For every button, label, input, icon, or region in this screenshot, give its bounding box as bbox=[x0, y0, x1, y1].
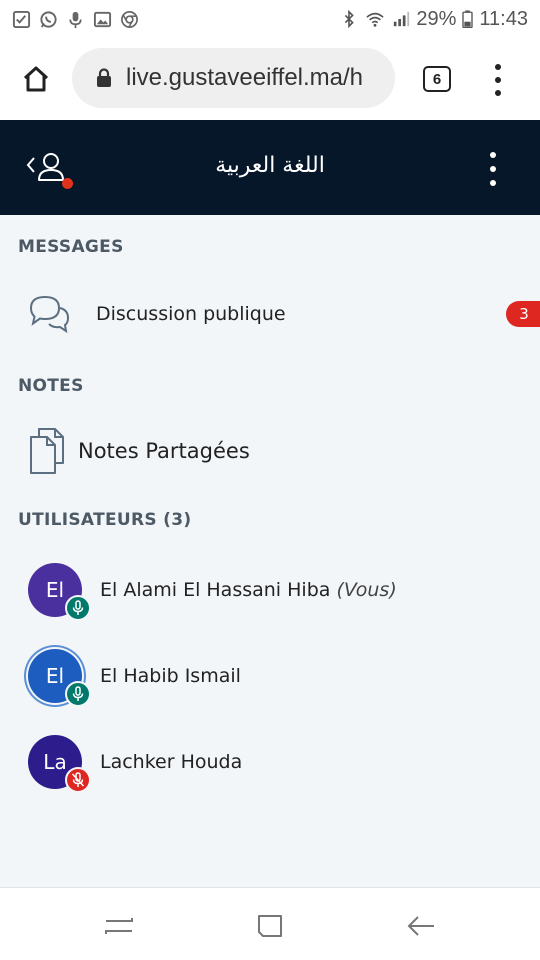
clock: 11:43 bbox=[479, 7, 528, 30]
mic-icon bbox=[69, 11, 82, 28]
whatsapp-icon bbox=[40, 10, 57, 28]
notes-section-title: NOTES bbox=[18, 376, 84, 396]
menu-dot bbox=[490, 166, 496, 172]
browser-menu-button[interactable] bbox=[484, 60, 512, 100]
user-list-item[interactable]: El El Habib Ismail bbox=[0, 645, 540, 711]
battery-icon bbox=[462, 10, 474, 28]
tab-switcher-button[interactable]: 6 bbox=[423, 66, 451, 92]
system-navigation-bar bbox=[0, 889, 540, 960]
avatar-initials: El bbox=[45, 664, 65, 688]
bluetooth-icon bbox=[345, 10, 355, 28]
user-list-item[interactable]: La Lachker Houda bbox=[0, 731, 540, 797]
back-arrow-icon bbox=[407, 916, 434, 936]
battery-percentage: 29% bbox=[416, 7, 457, 30]
avatar: El bbox=[28, 649, 91, 707]
shared-notes-item[interactable]: Notes Partagées bbox=[0, 423, 540, 479]
user-list-item[interactable]: El El Alami El Hassani Hiba (Vous) bbox=[0, 559, 540, 625]
user-name: El Habib Ismail bbox=[100, 665, 241, 687]
mic-muted-icon bbox=[71, 772, 85, 787]
user-name: El Alami El Hassani Hiba (Vous) bbox=[100, 579, 397, 601]
signal-icon bbox=[394, 11, 410, 27]
chrome-sync-icon bbox=[121, 10, 138, 28]
avatar: El bbox=[28, 563, 91, 621]
checkbox-icon bbox=[12, 10, 31, 28]
messages-section-title: MESSAGES bbox=[18, 237, 124, 257]
home-square-icon bbox=[258, 915, 282, 937]
mic-muted-indicator bbox=[65, 767, 91, 793]
recent-apps-icon bbox=[105, 918, 133, 934]
chat-item-label: Discussion publique bbox=[96, 303, 286, 325]
avatar-initials: La bbox=[43, 750, 67, 774]
address-bar[interactable]: live.gustaveeiffel.ma/h bbox=[72, 48, 395, 108]
mic-icon bbox=[72, 686, 84, 701]
back-button[interactable] bbox=[404, 909, 438, 943]
chat-item-public[interactable]: Discussion publique 3 bbox=[0, 287, 540, 341]
system-indicators: 29% 11:43 bbox=[340, 8, 528, 31]
home-button[interactable] bbox=[0, 38, 72, 120]
users-section-title: UTILISATEURS (3) bbox=[18, 510, 192, 530]
mic-status-indicator bbox=[65, 681, 91, 707]
you-label: (Vous) bbox=[336, 579, 397, 601]
notification-dot bbox=[62, 178, 73, 189]
menu-dot bbox=[495, 64, 501, 70]
menu-dot bbox=[495, 77, 501, 83]
wifi-icon bbox=[366, 12, 385, 27]
home-icon bbox=[23, 66, 49, 92]
user-name-text: El Alami El Hassani Hiba bbox=[100, 579, 331, 601]
user-list-panel: MESSAGES Discussion publique 3 NOTES Not… bbox=[0, 215, 540, 888]
mic-status-indicator bbox=[65, 595, 91, 621]
mic-icon bbox=[72, 600, 84, 615]
notification-icons bbox=[12, 10, 139, 29]
url-text: live.gustaveeiffel.ma/h bbox=[126, 64, 364, 91]
avatar-initials: El bbox=[45, 578, 65, 602]
shared-notes-label: Notes Partagées bbox=[78, 439, 250, 463]
shared-notes-icon bbox=[30, 428, 64, 474]
app-header: اللغة العربية bbox=[0, 120, 540, 215]
status-bar: 29% 11:43 bbox=[0, 0, 540, 38]
page-title: اللغة العربية bbox=[215, 153, 325, 178]
image-icon bbox=[93, 11, 112, 27]
unread-badge: 3 bbox=[506, 301, 540, 327]
chat-icon bbox=[29, 295, 70, 334]
lock-icon bbox=[97, 68, 111, 87]
browser-toolbar: live.gustaveeiffel.ma/h 6 bbox=[0, 38, 540, 120]
app-options-button[interactable] bbox=[486, 152, 500, 186]
toggle-user-list-button[interactable] bbox=[24, 150, 76, 192]
user-name: Lachker Houda bbox=[100, 751, 243, 773]
recent-apps-button[interactable] bbox=[102, 909, 136, 943]
menu-dot bbox=[490, 180, 496, 186]
menu-dot bbox=[490, 152, 496, 158]
menu-dot bbox=[495, 90, 501, 96]
home-nav-button[interactable] bbox=[253, 909, 287, 943]
avatar: La bbox=[28, 735, 91, 793]
